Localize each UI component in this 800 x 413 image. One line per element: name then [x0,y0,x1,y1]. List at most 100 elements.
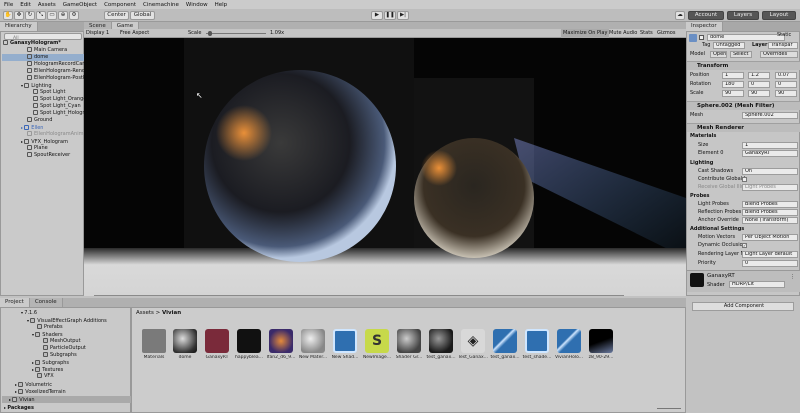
material-settings-icon[interactable]: ⋮ [790,274,795,280]
layout-dropdown[interactable]: Layout [762,11,796,20]
tree-item-particleoutput[interactable]: ParticleOutput [43,345,86,352]
asset-item[interactable]: Materials [141,329,167,360]
position-y-field[interactable]: 1.2 [748,72,770,79]
active-checkbox[interactable] [699,35,704,40]
asset-item[interactable]: test_ganax... [490,329,520,360]
hierarchy-item-plane[interactable]: Plane [27,145,48,152]
shader-dropdown[interactable]: HDRP/Lit [729,281,785,288]
menu-component[interactable]: Component [104,2,136,8]
asset-item[interactable]: VivianHolo... [555,329,583,360]
model-select-button[interactable]: Select [730,51,752,58]
model-overrides-dropdown[interactable]: Overrides [760,51,798,58]
tree-item-subgraphs[interactable]: ▸ Subgraphs [32,359,69,366]
menu-file[interactable]: File [4,2,13,8]
maximize-on-play-toggle[interactable]: Maximize On Play [561,29,610,38]
rect-tool-icon[interactable]: ▭ [47,11,57,20]
move-tool-icon[interactable]: ✥ [14,11,24,20]
menu-cinemachine[interactable]: Cinemachine [143,2,179,8]
hierarchy-item-spout-receiver[interactable]: SpoutReceiver [27,152,70,159]
rotation-x-field[interactable]: 180 [722,81,744,88]
static-toggle[interactable]: Static [777,32,791,39]
model-open-button[interactable]: Open [710,51,727,58]
scale-x-field[interactable]: 90 [722,90,744,97]
receive-gi-dropdown[interactable]: Light Probes [742,184,798,191]
tree-item-shaders[interactable]: ▾ Shaders [32,331,63,338]
materials-size-field[interactable]: 1 [742,142,798,149]
mesh-field[interactable]: Sphere.002 [742,112,798,119]
layers-dropdown[interactable]: Layers [727,11,759,20]
asset-item[interactable]: test_shade... [523,329,551,360]
hierarchy-item-lighting[interactable]: ▾ Lighting [21,82,52,89]
step-button[interactable]: ▶| [397,11,409,20]
asset-item[interactable]: happyblea... [235,329,263,360]
hierarchy-item-hologram-record-cam[interactable]: HologramRecordCam [27,61,87,68]
hierarchy-item-spot-light-orange[interactable]: Spot Light_Orange [33,96,86,103]
dynamic-occlusion-checkbox[interactable]: ✓ [742,243,747,248]
tree-item-volumetric[interactable]: ▸ Volumetric [15,381,52,388]
hierarchy-item-ellen[interactable]: ▸ Ellen [21,124,43,131]
hierarchy-item-spot-light-cyan[interactable]: Spot Light_Cyan [33,103,81,110]
play-button[interactable]: ▶ [371,11,383,20]
hierarchy-item-ground[interactable]: Ground [27,117,52,124]
asset-item[interactable]: Shader Gr... [396,329,422,360]
menu-help[interactable]: Help [215,2,228,8]
contribute-gi-checkbox[interactable] [742,177,747,182]
tree-item-voxelized-terrain[interactable]: ▸ VoxelizedTerrain [15,388,66,395]
tree-item-subgraphs-inner[interactable]: Subgraphs [43,352,77,359]
hierarchy-item-ellen-render[interactable]: EllenHologram-Render [27,68,90,75]
position-z-field[interactable]: 0.07 [775,72,797,79]
hierarchy-item-spot-light[interactable]: Spot Light [33,89,65,96]
asset-item[interactable]: test_ganax... [426,329,456,360]
tree-item-meshoutput[interactable]: MeshOutput [43,338,81,345]
breadcrumb-assets[interactable]: Assets [136,310,154,316]
hierarchy-item-ellen-postp[interactable]: EllenHologram-PostP [27,75,86,82]
motion-vectors-dropdown[interactable]: Per Object Motion [742,234,798,241]
scale-z-field[interactable]: 90 [775,90,797,97]
asset-item[interactable]: dome [172,329,198,360]
reflection-probes-dropdown[interactable]: Blend Probes [742,209,798,216]
thumbnail-size-slider[interactable] [657,408,681,409]
rotation-y-field[interactable]: 0 [748,81,770,88]
tree-item-prefabs[interactable]: Prefabs [37,324,63,331]
object-name-field[interactable]: dome [707,34,785,41]
transform-tool-icon[interactable]: ⊕ [58,11,68,20]
menu-edit[interactable]: Edit [20,2,31,8]
mesh-filter-header[interactable]: Sphere.002 (Mesh Filter) [687,101,800,110]
asset-item[interactable]: Ifan2_d6_9... [267,329,295,360]
display-dropdown[interactable]: Display 1 [86,29,109,38]
priority-field[interactable]: 0 [742,260,798,267]
scale-tool-icon[interactable]: ⤡ [36,11,46,20]
hierarchy-scene[interactable]: GanaxyHologram* [3,40,61,47]
gizmos-dropdown[interactable]: Gizmos [657,29,675,38]
pivot-center-button[interactable]: Center [104,11,129,20]
menu-window[interactable]: Window [186,2,208,8]
tree-item-vfx-additions[interactable]: ▾ VisualEffectGraph Additions [27,317,107,324]
rendering-layer-dropdown[interactable]: Light Layer default [742,251,798,258]
tree-item-textures[interactable]: ▸ Textures [32,366,63,373]
menu-gameobject[interactable]: GameObject [63,2,97,8]
collab-icon[interactable]: ☁ [675,11,685,20]
hierarchy-item-vfx-hologram[interactable]: ▸ VFX_Hologram [21,138,68,145]
tab-project[interactable]: Project [0,298,30,307]
asset-item[interactable]: New Mater... [299,329,327,360]
custom-tool-icon[interactable]: ⚙ [69,11,79,20]
menu-assets[interactable]: Assets [38,2,56,8]
tab-console[interactable]: Console [29,298,63,307]
position-x-field[interactable]: 1 [722,72,744,79]
hierarchy-item-dome-selected[interactable]: dome [2,54,84,61]
aspect-dropdown[interactable]: Free Aspect [120,29,149,38]
layer-dropdown[interactable]: Transpar [768,42,798,49]
account-dropdown[interactable]: Account [688,11,724,20]
asset-item[interactable]: ◈ Test_Ganax... [458,329,488,360]
cast-shadows-dropdown[interactable]: On [742,168,798,175]
hierarchy-search-input[interactable]: All [4,33,82,41]
pause-button[interactable]: ❚❚ [384,11,396,20]
tree-item-packages[interactable]: ▸ Packages [4,404,34,411]
tree-item-vivian-selected[interactable]: ▸ Vivian [2,396,131,403]
mute-audio-toggle[interactable]: Mute Audio [609,29,637,38]
mesh-renderer-header[interactable]: Mesh Renderer [687,123,800,132]
asset-item[interactable]: New Shad... [332,329,358,360]
tab-inspector[interactable]: Inspector [686,22,723,31]
scale-y-field[interactable]: 90 [748,90,770,97]
asset-item[interactable]: GanaxyRT [204,329,230,360]
